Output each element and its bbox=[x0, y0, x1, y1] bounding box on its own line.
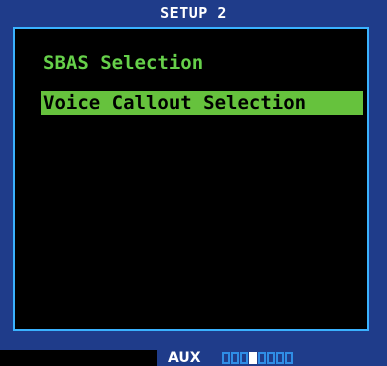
page-indicator-box bbox=[240, 352, 248, 364]
page-indicator-box bbox=[249, 352, 257, 364]
menu-item-sbas-selection[interactable]: SBAS Selection bbox=[41, 51, 203, 75]
page-indicator bbox=[222, 352, 293, 364]
page-group-label: AUX bbox=[168, 350, 201, 366]
page-title: SETUP 2 bbox=[160, 4, 227, 22]
menu-item-voice-callout-selection[interactable]: Voice Callout Selection bbox=[41, 91, 363, 115]
status-bar: AUX bbox=[0, 350, 387, 366]
page-indicator-box bbox=[231, 352, 239, 364]
page-indicator-box bbox=[267, 352, 275, 364]
setup-panel: SBAS Selection Voice Callout Selection bbox=[13, 27, 369, 331]
page-indicator-box bbox=[276, 352, 284, 364]
page-indicator-box bbox=[258, 352, 266, 364]
page-indicator-box bbox=[222, 352, 230, 364]
page-indicator-box bbox=[285, 352, 293, 364]
setup-screen: SETUP 2 SBAS Selection Voice Callout Sel… bbox=[0, 0, 387, 350]
